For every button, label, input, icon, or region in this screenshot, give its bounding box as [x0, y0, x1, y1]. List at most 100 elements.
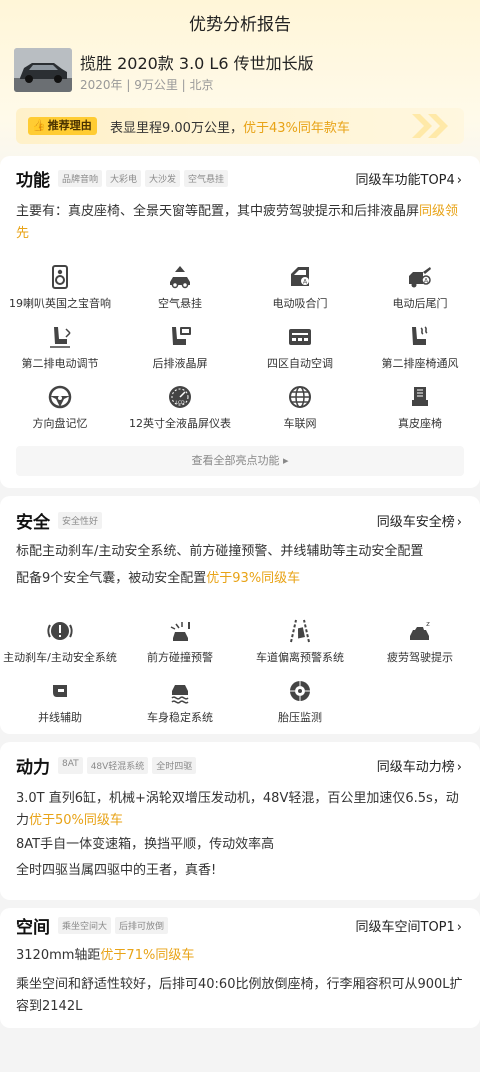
space-title: 空间: [16, 918, 50, 938]
car-name: 揽胜 2020款 3.0 L6 传世加长版: [80, 54, 314, 73]
safety-description-2: 配备9个安全气囊，被动安全配置优于93%同级车: [16, 571, 301, 586]
feature-item[interactable]: 车联网: [240, 380, 360, 440]
climate-control-icon: [289, 329, 311, 345]
feature-label: 后排液晶屏: [152, 357, 208, 370]
feature-item[interactable]: 车道偏离预警系统: [240, 614, 360, 674]
steering-wheel-icon: [48, 385, 72, 409]
feature-label: 前方碰撞预警: [147, 651, 213, 664]
tag: 乘坐空间大: [58, 917, 112, 934]
svg-text:LCD: LCD: [175, 400, 185, 406]
function-description: 主要有：真皮座椅、全景天窗等配置，其中疲劳驾驶提示和后排液晶屏同级领先: [16, 204, 459, 241]
car-thumbnail[interactable]: [14, 48, 72, 92]
safety-title: 安全: [16, 513, 50, 533]
fatigue-alert-icon: z: [410, 620, 430, 640]
lcd-gauge-icon: LCD: [169, 386, 191, 408]
safety-rank-link[interactable]: 同级车安全榜 ›: [377, 511, 462, 530]
triangle-right-icon: ▸: [282, 454, 289, 467]
rear-screen-icon: [172, 327, 191, 345]
globe-icon: [289, 386, 311, 408]
tag: 大彩电: [106, 170, 142, 187]
brake-warning-icon: [47, 622, 73, 640]
leather-seat-icon: [412, 387, 428, 406]
feature-label: 真皮座椅: [398, 417, 442, 430]
feature-label: 电动吸合门: [272, 297, 328, 310]
tag: 大沙发: [145, 170, 181, 187]
safety-tags: 安全性好: [58, 512, 103, 529]
seat-adjust-icon: [50, 327, 71, 348]
feature-item[interactable]: 第二排座椅通风: [360, 320, 480, 380]
feature-item[interactable]: 前方碰撞预警: [120, 614, 240, 674]
chevron-right-icon: ›: [456, 173, 462, 188]
feature-item[interactable]: LCD 12英寸全液晶屏仪表: [120, 380, 240, 440]
power-rank-link[interactable]: 同级车动力榜 ›: [377, 756, 462, 775]
lane-departure-icon: [290, 619, 310, 643]
feature-item[interactable]: A 电动吸合门: [240, 260, 360, 320]
feature-label: 车联网: [283, 417, 317, 430]
car-meta: 2020年 | 9万公里 | 北京: [80, 78, 214, 92]
tag: 品牌音响: [58, 170, 103, 187]
feature-item[interactable]: A 电动后尾门: [360, 260, 480, 320]
recommend-reason-box: 👍 推荐理由 表显里程9.00万公里，优于43%同年款车: [16, 108, 464, 144]
feature-label: 胎压监测: [278, 711, 322, 724]
safety-feature-grid: 主动刹车/主动安全系统 前方碰撞预警 车道偏离预警系统 z 疲劳驾驶提示 并线辅…: [0, 614, 480, 734]
power-description-1: 3.0T 直列6缸，机械+涡轮双增压发动机，48V轻混，百公里加速仅6.5s，动…: [16, 791, 459, 828]
function-top-link[interactable]: 同级车功能TOP4 ›: [356, 169, 463, 188]
recommend-text: 表显里程9.00万公里，优于43%同年款车: [110, 121, 350, 136]
feature-item[interactable]: 方向盘记忆: [0, 380, 120, 440]
speaker-icon: [52, 265, 68, 289]
power-tailgate-icon: A: [409, 267, 431, 288]
chevron-right-icon: ›: [456, 760, 462, 775]
space-top-link[interactable]: 同级车空间TOP1 ›: [356, 916, 463, 935]
space-card: 空间 乘坐空间大 后排可放倒 同级车空间TOP1 › 3120mm轴距优于71%同…: [0, 908, 480, 1028]
space-description-1: 3120mm轴距优于71%同级车: [16, 948, 195, 963]
feature-label: 空气悬挂: [158, 297, 202, 310]
recommend-tag: 👍 推荐理由: [28, 117, 97, 135]
tag: 空气悬挂: [184, 170, 229, 187]
air-suspension-icon: [170, 266, 190, 289]
view-all-features-button[interactable]: 查看全部亮点功能 ▸: [16, 446, 464, 476]
feature-label: 方向盘记忆: [32, 417, 88, 430]
blind-spot-icon: [53, 685, 67, 697]
tag: 后排可放倒: [115, 917, 169, 934]
safety-description-1: 标配主动刹车/主动安全系统、前方碰撞预警、并线辅助等主动安全配置: [16, 544, 424, 559]
power-description-3: 全时四驱当属四驱中的王者，真香!: [16, 863, 217, 878]
space-tags: 乘坐空间大 后排可放倒: [58, 917, 169, 934]
seat-ventilation-icon: [412, 326, 428, 345]
feature-item[interactable]: 空气悬挂: [120, 260, 240, 320]
feature-label: 第二排电动调节: [21, 357, 99, 370]
feature-item[interactable]: z 疲劳驾驶提示: [360, 614, 480, 674]
feature-item[interactable]: 后排液晶屏: [120, 320, 240, 380]
feature-item[interactable]: 车身稳定系统: [120, 674, 240, 734]
feature-item[interactable]: 19喇叭英国之宝音响: [0, 260, 120, 320]
safety-card: 安全 安全性好 同级车安全榜 › 标配主动刹车/主动安全系统、前方碰撞预警、并线辅…: [0, 496, 480, 734]
feature-label: 并线辅助: [38, 711, 82, 724]
power-title: 动力: [16, 758, 50, 778]
power-card: 动力 8AT 48V轻混系统 全时四驱 同级车动力榜 › 3.0T 直列6缸，机械…: [0, 742, 480, 900]
chevron-decoration-icon: [412, 114, 448, 138]
feature-label: 车身稳定系统: [147, 711, 213, 724]
space-description-2: 乘坐空间和舒适性较好，后排可40:60比例放倒座椅，行李厢容积可从900L扩容到…: [16, 977, 463, 1014]
feature-label: 主动刹车/主动安全系统: [3, 651, 117, 664]
thumb-up-icon: 👍: [32, 119, 46, 132]
tag: 8AT: [58, 757, 83, 774]
feature-item[interactable]: 第二排电动调节: [0, 320, 120, 380]
svg-text:z: z: [426, 620, 430, 628]
function-tags: 品牌音响 大彩电 大沙发 空气悬挂: [58, 170, 229, 187]
soft-close-door-icon: A: [291, 267, 309, 286]
power-tags: 8AT 48V轻混系统 全时四驱: [58, 757, 197, 774]
feature-item[interactable]: 主动刹车/主动安全系统: [0, 614, 120, 674]
feature-label: 疲劳驾驶提示: [387, 651, 453, 664]
tire-pressure-icon: [290, 681, 310, 701]
feature-label: 第二排座椅通风: [381, 357, 459, 370]
collision-warning-icon: [170, 622, 190, 641]
tag: 全时四驱: [152, 757, 197, 774]
feature-item[interactable]: 并线辅助: [0, 674, 120, 734]
page-title: 优势分析报告: [189, 15, 291, 35]
tag: 48V轻混系统: [86, 757, 149, 774]
feature-item[interactable]: 胎压监测: [240, 674, 360, 734]
power-description-2: 8AT手自一体变速箱，换挡平顺，传动效率高: [16, 837, 275, 852]
feature-item[interactable]: 四区自动空调: [240, 320, 360, 380]
feature-label: 车道偏离预警系统: [256, 651, 344, 664]
feature-item[interactable]: 真皮座椅: [360, 380, 480, 440]
chevron-right-icon: ›: [456, 515, 462, 530]
